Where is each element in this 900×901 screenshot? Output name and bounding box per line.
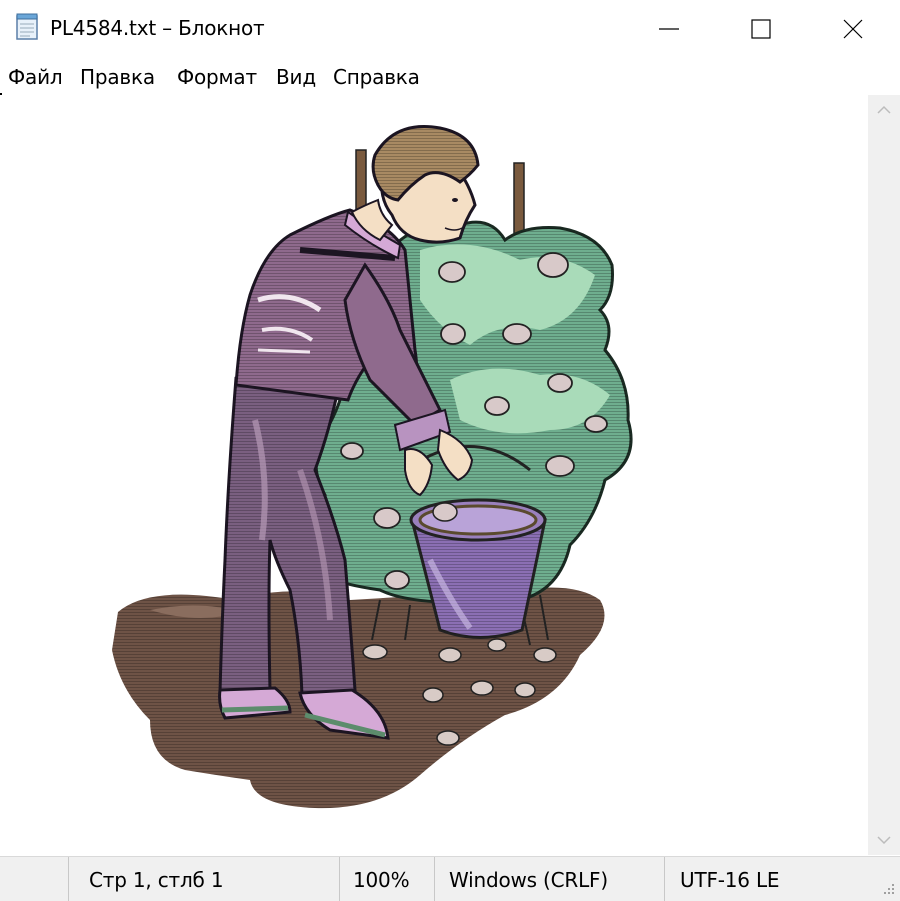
ascii-art-illustration [112, 125, 633, 809]
menu-edit[interactable]: Правка [80, 65, 155, 89]
title-bar[interactable]: PL4584.txt – Блокнот [0, 0, 900, 58]
status-separator [434, 857, 435, 901]
scroll-down-button[interactable] [868, 825, 900, 855]
menu-help[interactable]: Справка [333, 65, 420, 89]
maximize-icon [751, 19, 771, 39]
close-button[interactable] [808, 0, 900, 58]
minimize-button[interactable] [624, 0, 716, 58]
cursor-position: Стр 1, стлб 1 [89, 868, 224, 892]
status-bar: Стр 1, стлб 1 100% Windows (CRLF) UTF-16… [0, 856, 900, 901]
minimize-icon [659, 28, 679, 30]
zoom-level: 100% [353, 868, 410, 892]
scroll-up-button[interactable] [868, 95, 900, 125]
status-separator [68, 857, 69, 901]
chevron-down-icon [877, 836, 891, 845]
menu-file[interactable]: Файл [8, 65, 63, 89]
resize-grip-icon[interactable] [880, 880, 896, 896]
window-title: PL4584.txt – Блокнот [50, 16, 265, 40]
notepad-icon [14, 13, 40, 41]
close-icon [843, 19, 863, 39]
maximize-button[interactable] [716, 0, 808, 58]
chevron-up-icon [877, 105, 891, 114]
encoding: UTF-16 LE [680, 868, 780, 892]
menu-bar: Файл Правка Формат Вид Справка [0, 60, 900, 94]
vertical-scrollbar[interactable] [868, 95, 900, 855]
line-endings: Windows (CRLF) [449, 868, 608, 892]
text-editor-area[interactable] [0, 95, 868, 855]
status-separator [664, 857, 665, 901]
status-separator [339, 857, 340, 901]
menu-view[interactable]: Вид [276, 65, 316, 89]
menu-format[interactable]: Формат [177, 65, 257, 89]
